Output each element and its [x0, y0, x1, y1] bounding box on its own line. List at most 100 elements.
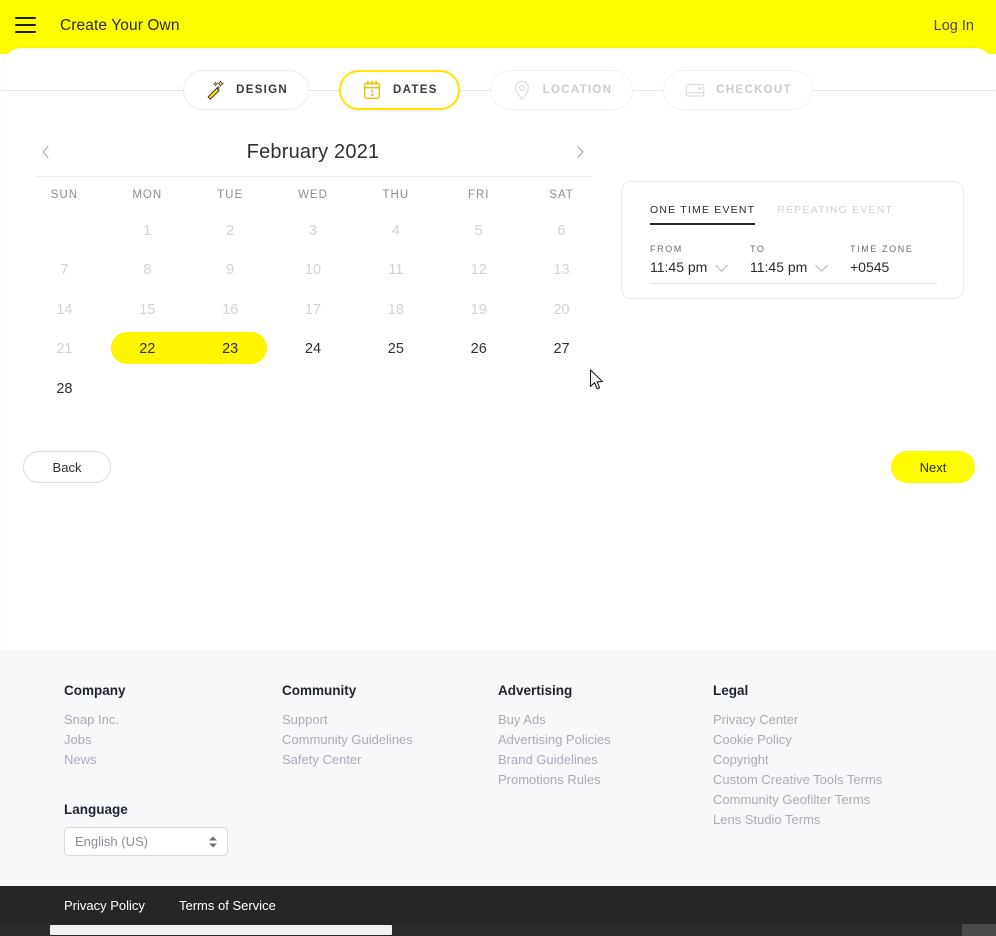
- footer-heading: Company: [64, 683, 126, 698]
- calendar-day-19: 19: [470, 301, 487, 318]
- site-footer: Company Snap Inc. Jobs News Community Support…: [0, 650, 996, 886]
- weekday-thu: THU: [382, 189, 410, 201]
- calendar-day-17: 17: [304, 301, 322, 318]
- to-label: TO: [750, 244, 766, 254]
- calendar-day-2: 2: [226, 222, 235, 239]
- from-time-field[interactable]: FROM 11:45 pm: [650, 244, 750, 275]
- footer-column-legal: Legal Privacy Center Cookie Policy Copyrigh…: [713, 683, 943, 830]
- calendar-day-empty: [189, 369, 272, 409]
- calendar-day-21: 21: [56, 341, 73, 358]
- stepper-connector: [812, 89, 996, 91]
- to-time-field[interactable]: TO 11:45 pm: [750, 244, 850, 275]
- footer-heading: Advertising: [498, 683, 573, 698]
- progress-stepper: DESIGN 1 DATES LOCATION CHECKOUT: [0, 62, 996, 118]
- stepper-label-location: LOCATION: [542, 84, 613, 96]
- event-time-fields: FROM 11:45 pm TO 11:45 pm TIME ZONE +054…: [650, 244, 937, 284]
- stepper-step-design[interactable]: DESIGN: [183, 70, 310, 110]
- map-pin-icon: [511, 79, 533, 101]
- page-root: Create Your Own Log In DESIGN 1 DATES LO…: [0, 0, 996, 936]
- footer-link[interactable]: Community Guidelines: [282, 730, 498, 750]
- footer-column-advertising: Advertising Buy Ads Advertising Policies Br…: [498, 683, 713, 830]
- horizontal-scrollbar[interactable]: [0, 924, 996, 936]
- weekday-tue: TUE: [217, 189, 244, 201]
- hamburger-menu-icon[interactable]: [15, 17, 36, 33]
- calendar-day-20: 20: [553, 301, 570, 318]
- calendar-day-23[interactable]: 23: [189, 330, 272, 370]
- stepper-step-checkout[interactable]: CHECKOUT: [663, 70, 813, 110]
- calendar-day-empty: [520, 369, 603, 409]
- next-button[interactable]: Next: [891, 451, 975, 483]
- calendar-week-row: 28: [23, 369, 603, 409]
- footer-link[interactable]: News: [64, 750, 282, 770]
- from-label: FROM: [650, 244, 683, 254]
- footer-link[interactable]: Privacy Center: [713, 710, 943, 730]
- calendar-day-6: 6: [557, 222, 566, 239]
- calendar-day-11: 11: [388, 262, 404, 279]
- calendar-day-empty: [354, 369, 437, 409]
- footer-link[interactable]: Promotions Rules: [498, 770, 713, 790]
- chevron-down-icon[interactable]: [715, 258, 729, 272]
- weekday-mon: MON: [132, 189, 163, 201]
- event-fields-underline: [650, 283, 937, 284]
- footer-link[interactable]: Lens Studio Terms: [713, 810, 943, 830]
- footer-link[interactable]: Buy Ads: [498, 710, 713, 730]
- calendar-day-5: 5: [474, 222, 483, 239]
- calendar-week-row: 14 15 16 17 18 19 20: [23, 290, 603, 330]
- calendar-day-18: 18: [387, 301, 404, 318]
- calendar-week-row: 1 2 3 4 5 6: [23, 211, 603, 251]
- stepper-connector: [459, 89, 490, 91]
- calendar-prev-month-icon[interactable]: [33, 139, 59, 165]
- stepper-connector: [309, 89, 340, 91]
- privacy-policy-link[interactable]: Privacy Policy: [64, 898, 145, 913]
- calendar-day-28[interactable]: 28: [23, 369, 106, 409]
- stepper-connector: [633, 89, 664, 91]
- tab-repeating-event[interactable]: REPEATING EVENT: [777, 204, 893, 225]
- back-button[interactable]: Back: [23, 451, 111, 483]
- calendar-next-month-icon[interactable]: [567, 139, 593, 165]
- calendar-day-empty: [272, 369, 355, 409]
- calendar-day-4: 4: [391, 222, 400, 239]
- calendar-day-24[interactable]: 24: [272, 330, 355, 370]
- login-button[interactable]: Log In: [934, 18, 974, 34]
- footer-link[interactable]: Copyright: [713, 750, 943, 770]
- chevron-down-icon[interactable]: [815, 258, 829, 272]
- stepper-step-location[interactable]: LOCATION: [489, 70, 634, 110]
- calendar-day-26[interactable]: 26: [437, 330, 520, 370]
- footer-link[interactable]: Cookie Policy: [713, 730, 943, 750]
- credit-card-icon: [684, 79, 706, 101]
- event-settings-card: ONE TIME EVENT REPEATING EVENT FROM 11:4…: [621, 181, 964, 299]
- footer-link[interactable]: Brand Guidelines: [498, 750, 713, 770]
- calendar-day-empty: [23, 211, 106, 251]
- calendar-day-22[interactable]: 22: [106, 330, 189, 370]
- calendar-weekday-row: SUN MON TUE WED THU FRI SAT: [23, 189, 603, 201]
- timezone-field[interactable]: TIME ZONE +0545: [850, 244, 937, 275]
- stepper-step-dates[interactable]: 1 DATES: [339, 70, 460, 110]
- calendar-month-title: February 2021: [246, 140, 380, 163]
- calendar-day-10: 10: [304, 262, 322, 279]
- calendar-day-empty: [106, 369, 189, 409]
- footer-link[interactable]: Snap Inc.: [64, 710, 282, 730]
- calendar-day-25[interactable]: 25: [354, 330, 437, 370]
- updown-spinner-icon[interactable]: [209, 836, 217, 847]
- terms-of-service-link[interactable]: Terms of Service: [179, 898, 276, 913]
- page-title: Create Your Own: [60, 17, 180, 34]
- language-select[interactable]: English (US): [64, 827, 228, 856]
- calendar-day-16: 16: [222, 301, 239, 318]
- footer-link[interactable]: Safety Center: [282, 750, 498, 770]
- footer-link[interactable]: Custom Creative Tools Terms: [713, 770, 943, 790]
- footer-link[interactable]: Support: [282, 710, 498, 730]
- language-select-value: English (US): [75, 834, 148, 849]
- scrollbar-thumb[interactable]: [50, 925, 392, 935]
- magic-wand-icon: [204, 79, 226, 101]
- tab-one-time-event[interactable]: ONE TIME EVENT: [650, 204, 756, 225]
- to-time-value: 11:45 pm: [750, 259, 808, 275]
- footer-link[interactable]: Community Geofilter Terms: [713, 790, 943, 810]
- calendar: February 2021 SUN MON TUE WED THU FRI SA…: [23, 128, 603, 409]
- footer-link[interactable]: Advertising Policies: [498, 730, 713, 750]
- calendar-week-row: 7 8 9 10 11 12 13: [23, 251, 603, 291]
- calendar-day-27[interactable]: 27: [520, 330, 603, 370]
- stepper-label-design: DESIGN: [236, 84, 289, 96]
- calendar-day-8: 8: [143, 262, 152, 279]
- footer-link[interactable]: Jobs: [64, 730, 282, 750]
- calendar-icon: 1: [361, 79, 383, 101]
